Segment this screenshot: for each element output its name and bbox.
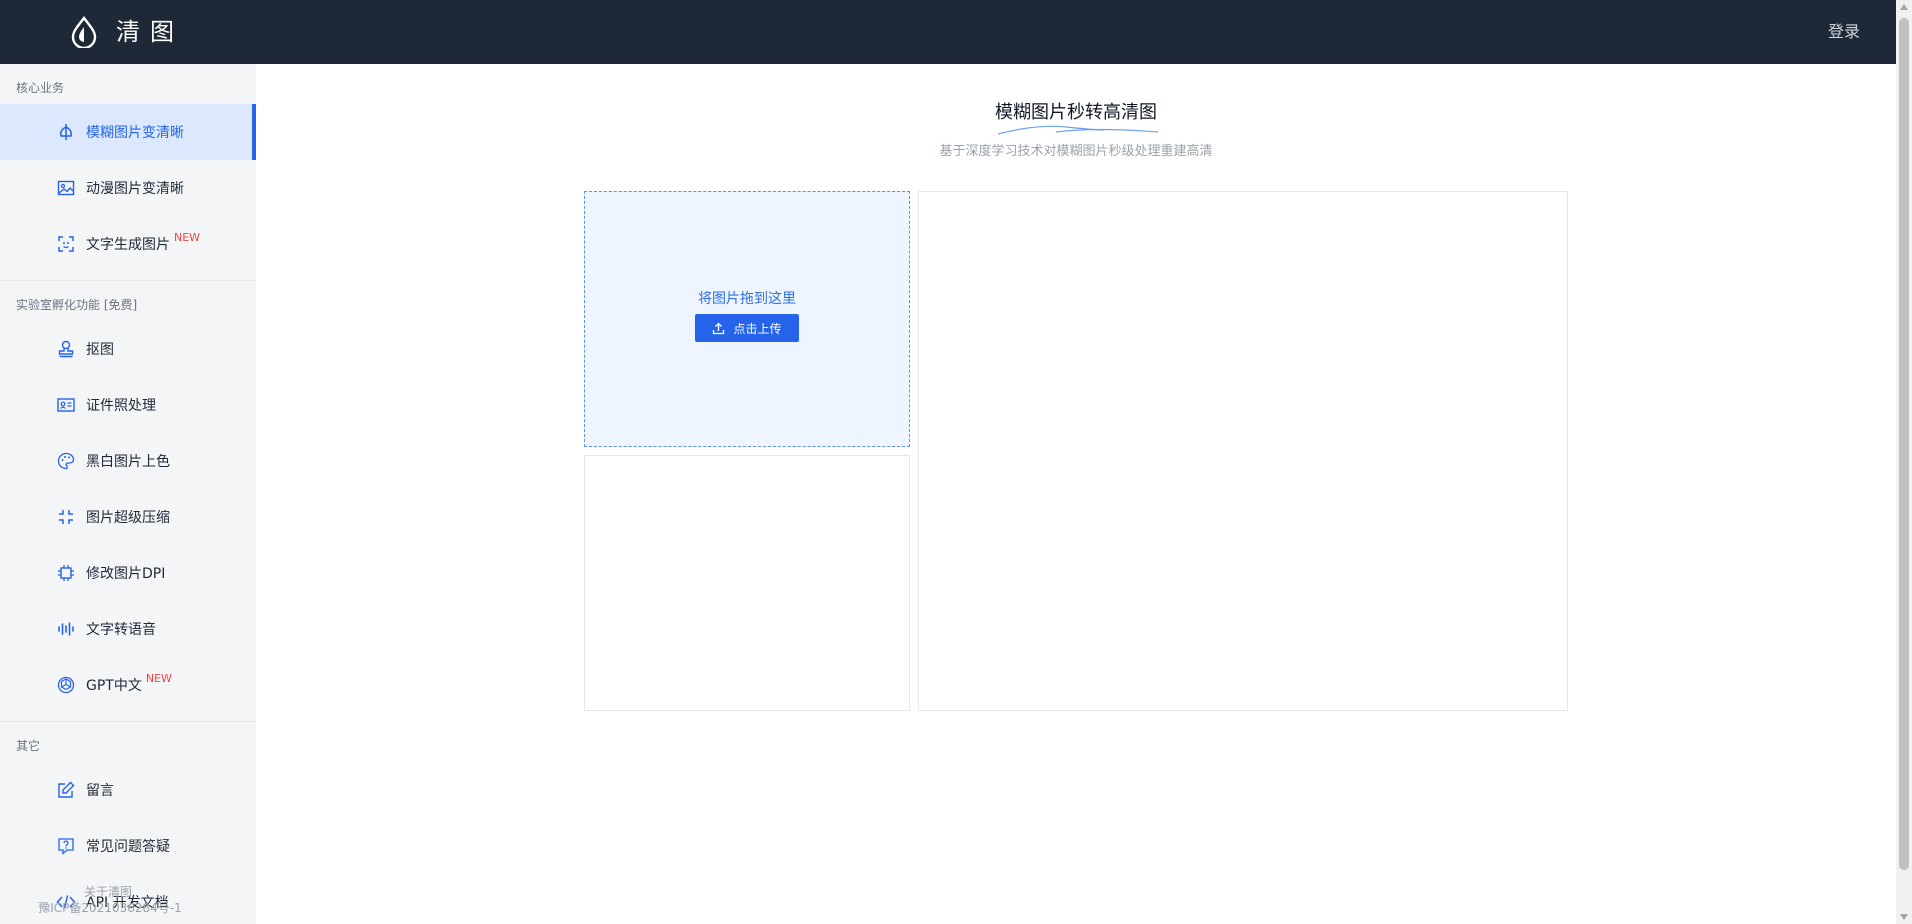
scroll-up-arrow-icon[interactable] <box>1900 4 1908 10</box>
upload-dropzone[interactable]: 将图片拖到这里 点击上传 <box>584 191 910 447</box>
drop-logo-icon <box>71 16 97 48</box>
sidebar-item-label: 动漫图片变清晰 <box>86 181 184 197</box>
sidebar-item-label: 抠图 <box>86 342 114 358</box>
logo[interactable]: 清图 <box>70 16 184 48</box>
upload-button[interactable]: 点击上传 <box>695 314 799 342</box>
sidebar-item-label: 模糊图片变清晰 <box>86 125 184 141</box>
audio-wave-icon <box>58 622 74 636</box>
sidebar-item-label: 留言 <box>86 783 114 799</box>
sidebar-item-text-to-image[interactable]: 文字生成图片 NEW <box>0 216 256 272</box>
sidebar-item-label: 修改图片DPI <box>86 566 166 582</box>
new-badge: NEW <box>145 671 172 685</box>
sidebar-item-tts[interactable]: 文字转语音 <box>0 601 256 657</box>
chip-icon <box>58 565 74 581</box>
top-bar: 清图 登录 <box>0 0 1896 64</box>
sidebar-item-dpi[interactable]: 修改图片DPI <box>0 545 256 601</box>
image-icon <box>57 180 75 196</box>
page-subtitle: 基于深度学习技术对模糊图片秒级处理重建高清 <box>939 144 1213 159</box>
sidebar-group-title-core: 核心业务 <box>16 81 65 95</box>
upload-button-label: 点击上传 <box>733 321 782 336</box>
main-content: 模糊图片秒转高清图 基于深度学习技术对模糊图片秒级处理重建高清 将图片拖到这里 … <box>256 64 1896 924</box>
sidebar-footer: 关于清图 豫ICP备2021036284号-1 <box>0 884 256 916</box>
sidebar-item-label: 文字转语音 <box>86 622 156 638</box>
sidebar-item-blur-to-clear[interactable]: 模糊图片变清晰 <box>0 104 256 160</box>
scroll-down-arrow-icon[interactable] <box>1900 914 1908 920</box>
sidebar-item-gpt[interactable]: GPT中文 NEW <box>0 657 256 713</box>
sidebar-item-compress[interactable]: 图片超级压缩 <box>0 489 256 545</box>
id-card-icon <box>57 398 75 412</box>
sidebar-group-title-lab: 实验室孵化功能 [免费] <box>16 298 138 312</box>
original-preview-panel <box>584 455 910 711</box>
sidebar-item-colorize[interactable]: 黑白图片上色 <box>0 433 256 489</box>
new-badge: NEW <box>174 230 201 244</box>
question-icon <box>58 838 74 855</box>
page-scrollbar[interactable] <box>1896 0 1912 924</box>
sidebar-item-faq[interactable]: 常见问题答疑 <box>0 818 256 874</box>
icp-license-link[interactable]: 豫ICP备2021036284号-1 <box>0 900 256 916</box>
shrink-icon <box>59 510 73 524</box>
sidebar-item-label: 图片超级压缩 <box>86 510 170 526</box>
brand-name: 清图 <box>116 18 184 46</box>
sidebar-item-label: 证件照处理 <box>86 398 156 414</box>
title-underline-decoration <box>997 125 1159 135</box>
result-preview-panel <box>918 191 1568 711</box>
palette-icon <box>57 452 75 470</box>
sharpen-icon <box>60 124 72 140</box>
sidebar-item-label: GPT中文 <box>86 678 142 694</box>
sidebar-item-label: 文字生成图片 <box>86 237 170 253</box>
sidebar-item-cutout[interactable]: 抠图 <box>0 321 256 377</box>
sidebar: 核心业务 模糊图片变清晰 动漫图片变清晰 文字生成图片 NEW 实验室孵化功能 … <box>0 64 256 924</box>
scroll-thumb[interactable] <box>1899 18 1909 870</box>
drop-hint: 将图片拖到这里 <box>698 291 796 307</box>
login-link[interactable]: 登录 <box>1828 20 1860 44</box>
sidebar-item-label: 常见问题答疑 <box>86 839 170 855</box>
scan-frame-icon <box>58 236 74 252</box>
sidebar-item-label: 黑白图片上色 <box>86 454 170 470</box>
openai-icon <box>57 676 75 694</box>
stamp-icon <box>58 340 74 358</box>
upload-icon <box>713 322 725 334</box>
sidebar-item-feedback[interactable]: 留言 <box>0 762 256 818</box>
about-link[interactable]: 关于清图 <box>0 884 256 900</box>
sidebar-item-id-photo[interactable]: 证件照处理 <box>0 377 256 433</box>
sidebar-group-title-other: 其它 <box>16 739 41 753</box>
sidebar-item-anime-to-clear[interactable]: 动漫图片变清晰 <box>0 160 256 216</box>
edit-icon <box>58 781 75 798</box>
